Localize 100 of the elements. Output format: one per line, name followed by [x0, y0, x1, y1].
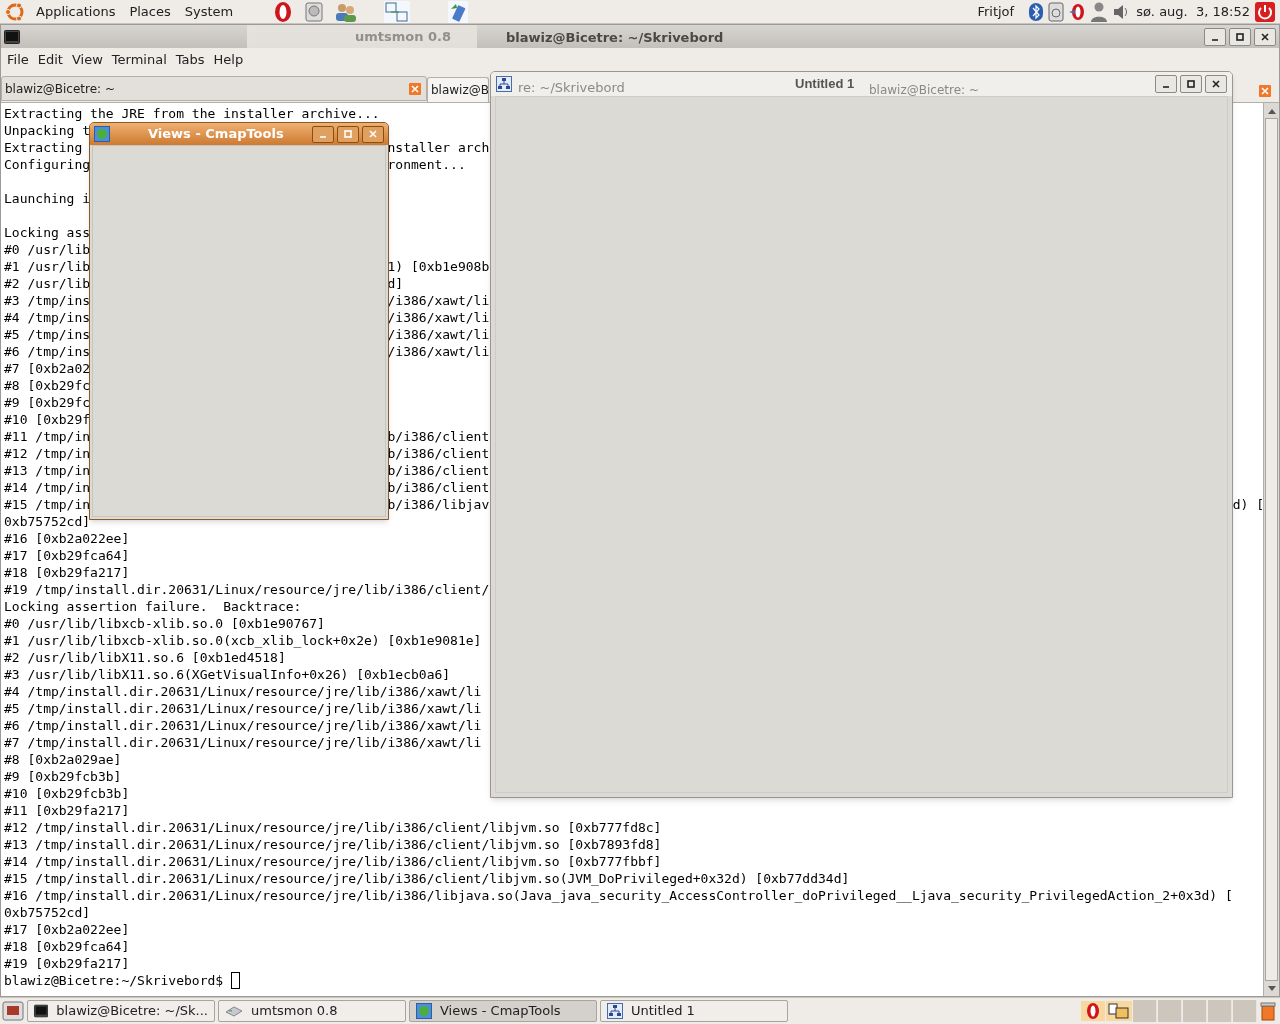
- terminal-line: #19 [0xb29fa217]: [4, 955, 130, 972]
- terminal-line: #13 /tmp/in: [4, 462, 91, 479]
- terminal-line: #5 /tmp/install.dir.20631/Linux/resource/jre/lib/i386/xawt/li: [4, 700, 482, 717]
- maximize-icon: [1186, 79, 1196, 89]
- terminal-line: ronment...: [387, 156, 466, 173]
- close-tab-icon[interactable]: [1259, 85, 1271, 97]
- close-icon: [1260, 31, 1270, 42]
- ghost-tab-text: re: ~/Skrivebord: [518, 79, 625, 98]
- maximize-button[interactable]: [1229, 27, 1251, 46]
- user-name[interactable]: Fritjof: [977, 1, 1015, 22]
- clock[interactable]: sø. aug. 3, 18:52: [1136, 1, 1250, 22]
- taskbar-button[interactable]: blawiz@Bicetre: ~/Sk...: [27, 1000, 215, 1022]
- terminal-line: Extracting the JRE from the installer archive...: [4, 105, 380, 122]
- terminal-line: #16 /tmp/install.dir.20631/Linux/resource/jre/lib/i386/libjava.so(Java_java_security_AccessController_doPrivileged__Ljava_security_PrivilegedAction_2+0x3d) [: [4, 887, 1233, 904]
- close-button[interactable]: [362, 125, 384, 143]
- terminal-line: b/i386/libjav: [387, 496, 490, 513]
- minimize-icon: [1161, 86, 1171, 88]
- workspace-switcher-cell[interactable]: [1158, 1000, 1182, 1022]
- terminal-line: #13 /tmp/install.dir.20631/Linux/resource/jre/lib/i386/client/libjvm.so [0xb7893fd8]: [4, 836, 662, 853]
- diagram-icon: [607, 1003, 623, 1019]
- terminal-line: #0 /usr/lib/libxcb-xlib.so.0 [0xb1e90767]: [4, 615, 325, 632]
- ghost-tab-text: blawiz@Bicetre: ~: [869, 82, 979, 99]
- terminal-line: #5 /tmp/ins: [4, 326, 91, 343]
- minimize-button[interactable]: [1204, 27, 1226, 46]
- terminal-line: /i386/xawt/li: [387, 343, 490, 360]
- phone-icon[interactable]: [447, 0, 470, 24]
- terminal-line: #9 [0xb29fcb3b]: [4, 768, 122, 785]
- maximize-button[interactable]: [1180, 75, 1202, 93]
- menu-item[interactable]: Terminal: [107, 50, 171, 70]
- terminal-line: 0xb75752cd]: [4, 904, 91, 921]
- terminal-line: #10 [0xb29fcb3b]: [4, 785, 130, 802]
- terminal-line: #14 /tmp/install.dir.20631/Linux/resource/jre/lib/i386/client/libjvm.so [0xb777fbbf]: [4, 853, 662, 870]
- workspace-switcher-cell[interactable]: [1233, 1000, 1257, 1022]
- terminal-line: #10 [0xb29f: [4, 411, 91, 428]
- taskbar-button[interactable]: umtsmon 0.8: [218, 1000, 406, 1022]
- opera-mail-icon[interactable]: [1068, 1, 1087, 22]
- terminal-line: #19 /tmp/install.dir.20631/Linux/resource/jre/lib/i386/client/: [4, 581, 490, 598]
- scroll-down-icon[interactable]: [1267, 985, 1276, 992]
- terminal-line: #3 /tmp/ins: [4, 292, 91, 309]
- close-button[interactable]: [1205, 75, 1227, 93]
- show-desktop-icon[interactable]: [2, 1001, 24, 1021]
- terminal-line: #8 [0xb2a029ae]: [4, 751, 122, 768]
- menu-item[interactable]: File: [3, 50, 33, 70]
- menu-item[interactable]: View: [67, 50, 107, 70]
- terminal-line: #15 /tmp/in: [4, 496, 91, 513]
- terminal-line: #15 /tmp/install.dir.20631/Linux/resource/jre/lib/i386/client/libjvm.so(JVM_DoPrivileged+0x32d) [0xb77dd34d]: [4, 870, 850, 887]
- close-button[interactable]: [1254, 27, 1276, 46]
- terminal-line: #4 /tmp/ins: [4, 309, 91, 326]
- ghost-window-title: umtsmon 0.8: [355, 27, 452, 46]
- terminal-line: #8 [0xb29fc: [4, 377, 91, 394]
- menu-item[interactable]: Tabs: [171, 50, 209, 70]
- ubuntu-logo-icon[interactable]: [4, 0, 26, 23]
- terminal-line: #17 [0xb2a022ee]: [4, 921, 130, 938]
- maximize-button[interactable]: [337, 125, 359, 143]
- windows-tray-icon[interactable]: [1106, 1001, 1132, 1021]
- cmap-icon: [94, 126, 110, 142]
- bluetooth-icon[interactable]: [1028, 1, 1045, 22]
- workspace-switcher-cell[interactable]: [1183, 1000, 1207, 1022]
- terminal-line: #14 /tmp/in: [4, 479, 91, 496]
- terminal-line: #6 /tmp/ins: [4, 343, 91, 360]
- opera-tray-icon[interactable]: [1081, 1001, 1105, 1021]
- person-icon[interactable]: [1090, 0, 1109, 23]
- terminal-line: #2 /usr/lib/libX11.so.6 [0xb1ed4518]: [4, 649, 286, 666]
- terminal-line: #11 /tmp/in: [4, 428, 91, 445]
- minimize-button[interactable]: [1155, 75, 1177, 93]
- terminal-line: Extracting: [4, 139, 83, 156]
- terminal-tab[interactable]: blawiz@Bicetre: ~: [1, 76, 427, 101]
- terminal-line: 1) [0xb1e908b: [387, 258, 490, 275]
- scrollbar[interactable]: [1263, 103, 1279, 996]
- terminal-line: b/i386/client: [387, 462, 490, 479]
- workspace-switcher-cell[interactable]: [1208, 1000, 1232, 1022]
- terminal-line: #6 /tmp/install.dir.20631/Linux/resource/jre/lib/i386/xawt/li: [4, 717, 482, 734]
- terminal-line: #7 /tmp/install.dir.20631/Linux/resource/jre/lib/i386/xawt/li: [4, 734, 482, 751]
- panel-menu[interactable]: Places: [129, 1, 171, 22]
- taskbar-button[interactable]: Views - CmapTools: [409, 1000, 597, 1022]
- terminal-line: #18 [0xb29fca64]: [4, 938, 130, 955]
- terminal-line: #12 /tmp/in: [4, 445, 91, 462]
- menu-item[interactable]: Help: [209, 50, 248, 70]
- terminal-line: #7 [0xb2a02: [4, 360, 91, 377]
- power-icon[interactable]: [1254, 0, 1276, 23]
- minimize-button[interactable]: [312, 125, 334, 143]
- cmap-icon: [416, 1003, 432, 1019]
- trash-icon[interactable]: [1258, 1000, 1278, 1022]
- scroll-up-icon[interactable]: [1267, 107, 1276, 114]
- terminal-tab[interactable]: blawiz@B: [427, 77, 489, 102]
- close-tab-icon[interactable]: [409, 82, 421, 95]
- terminal-line: #1 /usr/lib: [4, 258, 91, 275]
- network-icon[interactable]: [383, 0, 412, 24]
- terminal-line: #1 /usr/lib/libxcb-xlib.so.0(xcb_xlib_lock+0x2e) [0xb1e9081e]: [4, 632, 482, 649]
- panel-menu[interactable]: Applications: [36, 1, 116, 22]
- speaker-device-icon[interactable]: [1048, 1, 1065, 22]
- close-icon: [1211, 79, 1221, 89]
- workspace-switcher-cell[interactable]: [1133, 1000, 1157, 1022]
- panel-menu[interactable]: System: [184, 1, 234, 22]
- minimize-icon: [318, 136, 328, 138]
- window-title: blawiz@Bicetre: ~/Skrivebord: [506, 29, 724, 47]
- menu-item[interactable]: Edit: [33, 50, 67, 70]
- terminal-line: b/i386/client: [387, 445, 490, 462]
- taskbar-button[interactable]: Untitled 1: [600, 1000, 788, 1022]
- terminal-line: b/i386/client: [387, 479, 490, 496]
